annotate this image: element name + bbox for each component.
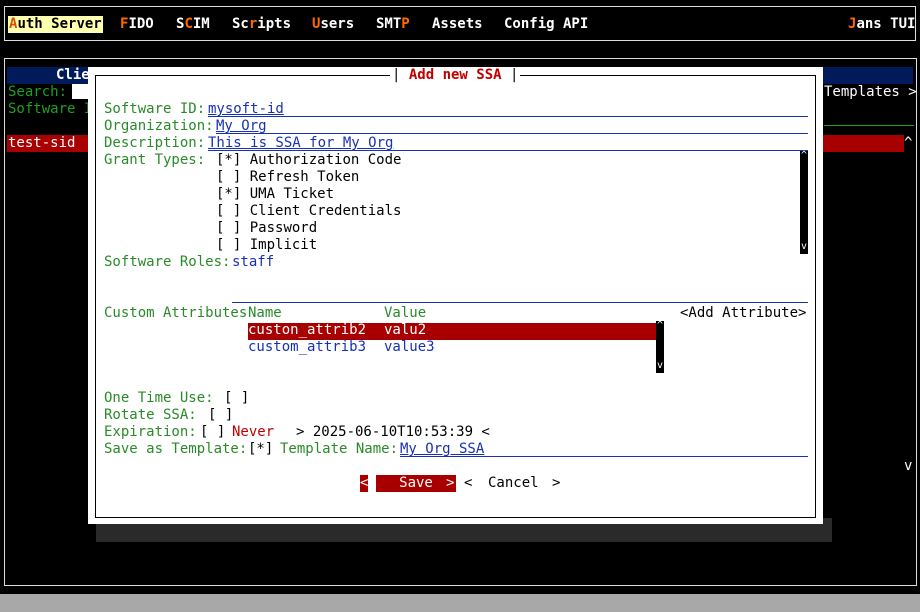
dialog-title: Add new SSA <box>408 67 502 83</box>
rotate-ssa-label: Rotate SSA: <box>104 407 197 423</box>
add-attribute-button[interactable]: <Add Attribute> <box>680 305 806 322</box>
dialog-title-frame: | Add new SSA | <box>390 67 521 84</box>
menu-smtp[interactable]: SMTP <box>376 16 410 33</box>
menu-users[interactable]: Users <box>312 16 354 33</box>
rotate-ssa-checkbox[interactable]: [ ] <box>208 407 233 424</box>
table-row-software-id[interactable]: test-sid <box>8 135 75 152</box>
grant-type-refresh-token[interactable]: [ ] Refresh Token <box>216 169 359 186</box>
add-ssa-dialog: | Add new SSA | Software ID: mysoft-id O… <box>88 67 823 524</box>
grant-types-label: Grant Types: <box>104 152 206 168</box>
one-time-use-label: One Time Use: <box>104 390 214 406</box>
grant-scroll-up-icon[interactable]: ^ <box>800 151 808 161</box>
save-as-template-label: Save as Template: <box>104 441 248 457</box>
templates-link[interactable]: Templates > <box>824 84 917 101</box>
attr-scroll-up-icon[interactable]: ^ <box>656 321 664 331</box>
expiration-label: Expiration: <box>104 424 197 440</box>
description-underline <box>208 150 808 151</box>
attr-row-1-name[interactable]: custon_attrib2 <box>248 322 366 339</box>
grant-type-password[interactable]: [ ] Password <box>216 220 317 237</box>
organization-underline <box>216 133 808 134</box>
menu-config-api[interactable]: Config API <box>504 16 588 33</box>
software-roles-value[interactable]: staff <box>232 254 274 271</box>
software-id-underline <box>208 116 808 117</box>
grant-types-scrollbar[interactable]: ^ v <box>800 151 808 254</box>
attr-row-2-name[interactable]: custom_attrib3 <box>248 339 366 356</box>
list-scroll-down-icon[interactable]: v <box>904 458 912 475</box>
expiration-never-label: Never <box>232 424 275 440</box>
software-id-label: Software ID: <box>104 101 206 117</box>
cancel-button[interactable]: Cancel <box>488 475 539 492</box>
list-scroll-up-icon[interactable]: ^ <box>904 135 912 152</box>
attr-scroll-down-icon[interactable]: v <box>656 361 664 371</box>
custom-attributes-top-line <box>232 302 808 303</box>
one-time-use-checkbox[interactable]: [ ] <box>224 390 249 407</box>
cancel-left-bracket: < <box>464 475 473 491</box>
attr-column-value: Value <box>384 305 427 321</box>
app-title: Jans TUI <box>848 16 916 32</box>
menu-scripts[interactable]: Scripts <box>232 16 291 33</box>
menu-scim[interactable]: SCIM <box>176 16 210 33</box>
column-divider <box>824 125 914 126</box>
save-left-bracket: < <box>360 475 369 492</box>
grant-type-authorization-code[interactable]: [*] Authorization Code <box>216 152 401 169</box>
menu-assets[interactable]: Assets <box>432 16 483 33</box>
save-right-bracket: > <box>446 475 455 491</box>
attr-column-name: Name <box>248 305 282 321</box>
software-id-column-header: Software I <box>8 101 93 117</box>
attr-row-1-value[interactable]: valu2 <box>384 322 426 339</box>
clients-panel-title: Clie <box>56 67 90 83</box>
software-roles-label: Software Roles: <box>104 254 231 270</box>
expiration-date-picker[interactable]: > 2025-06-10T10:53:39 < <box>296 424 490 441</box>
status-bar <box>0 594 920 612</box>
menu-auth-server[interactable]: Auth Server <box>8 16 103 33</box>
attributes-scrollbar[interactable]: ^ v <box>656 321 664 373</box>
grant-scroll-down-icon[interactable]: v <box>800 242 808 252</box>
save-button[interactable]: Save <box>376 475 456 492</box>
organization-label: Organization: <box>104 118 214 134</box>
template-name-underline <box>400 456 808 457</box>
grant-type-implicit[interactable]: [ ] Implicit <box>216 237 317 254</box>
cancel-right-bracket: > <box>552 475 561 491</box>
expiration-checkbox[interactable]: [ ] <box>200 424 225 441</box>
custom-attributes-label: Custom Attributes <box>104 305 248 321</box>
description-label: Description: <box>104 135 206 151</box>
menu-fido[interactable]: FIDO <box>120 16 154 33</box>
search-input[interactable] <box>72 84 88 99</box>
grant-type-client-credentials[interactable]: [ ] Client Credentials <box>216 203 401 220</box>
attr-row-2-value[interactable]: value3 <box>384 339 435 356</box>
save-as-template-checkbox[interactable]: [*] <box>248 441 273 458</box>
search-label: Search: <box>8 84 68 100</box>
grant-type-uma-ticket[interactable]: [*] UMA Ticket <box>216 186 334 203</box>
template-name-label: Template Name: <box>280 441 399 457</box>
